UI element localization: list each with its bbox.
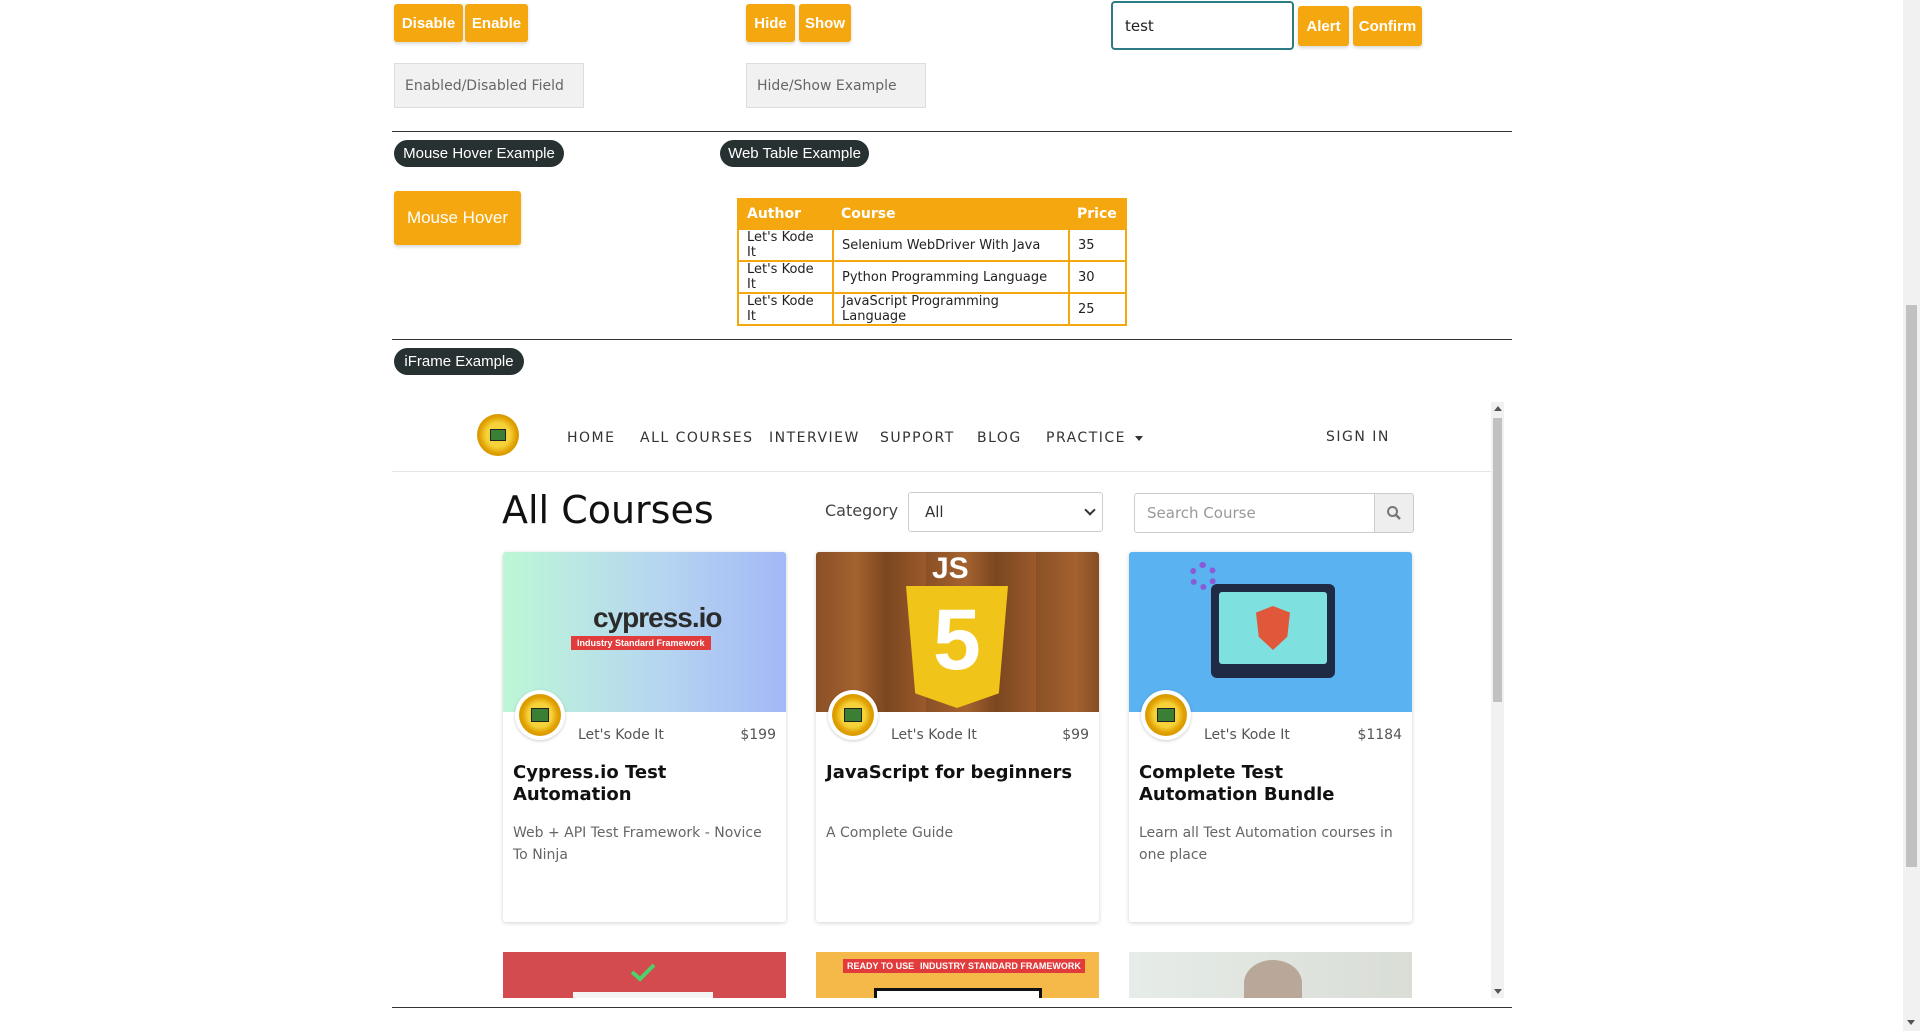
scroll-up-arrow-icon[interactable] xyxy=(1494,406,1502,411)
cell-price: 35 xyxy=(1068,228,1127,262)
course-price: $99 xyxy=(1062,727,1089,743)
checkmark-icon xyxy=(630,963,656,982)
show-button[interactable]: Show xyxy=(799,4,851,42)
caret-down-icon xyxy=(1134,435,1143,441)
course-title: JavaScript for beginners xyxy=(826,762,1073,783)
banner-label: READY TO USE xyxy=(843,959,919,973)
iframe-scrollbar[interactable] xyxy=(1491,402,1504,998)
author-avatar xyxy=(515,690,565,740)
cell-course: Python Programming Language xyxy=(832,260,1070,294)
course-card-partial[interactable] xyxy=(503,952,786,998)
name-input[interactable]: test xyxy=(1111,1,1294,50)
page-heading: All Courses xyxy=(502,488,714,532)
course-price: $1184 xyxy=(1357,727,1402,743)
nav-practice[interactable]: PRACTICE xyxy=(1046,430,1143,446)
table-row: Let's Kode It Python Programming Languag… xyxy=(737,260,1127,294)
chevron-down-icon xyxy=(1084,504,1096,516)
mouse-hover-title: Mouse Hover Example xyxy=(394,140,564,167)
cell-author: Let's Kode It xyxy=(737,260,834,294)
search-input[interactable]: Search Course xyxy=(1134,493,1375,533)
enabled-disabled-field[interactable]: Enabled/Disabled Field xyxy=(394,63,584,108)
cell-author: Let's Kode It xyxy=(737,292,834,326)
screen-illustration xyxy=(573,992,713,998)
course-author: Let's Kode It xyxy=(891,727,977,743)
banner-label: INDUSTRY STANDARD FRAMEWORK xyxy=(916,959,1085,973)
hide-button[interactable]: Hide xyxy=(746,4,795,42)
logo-icon xyxy=(490,429,506,441)
page-scrollbar-thumb[interactable] xyxy=(1906,305,1917,867)
web-table: Author Course Price Let's Kode It Seleni… xyxy=(737,198,1127,326)
nav-support[interactable]: SUPPORT xyxy=(880,430,955,446)
enable-button[interactable]: Enable xyxy=(465,4,528,42)
course-image xyxy=(1129,552,1412,712)
course-description: Web + API Test Framework - Novice To Nin… xyxy=(513,825,762,863)
cell-price: 30 xyxy=(1068,260,1127,294)
five-glyph: 5 xyxy=(933,592,981,688)
search-icon xyxy=(1387,506,1401,520)
cell-course: JavaScript Programming Language xyxy=(832,292,1070,326)
category-select-value: All xyxy=(925,503,944,521)
course-card-partial[interactable]: READY TO USE INDUSTRY STANDARD FRAMEWORK xyxy=(816,952,1099,998)
course-image: cypress.io Industry Standard Framework xyxy=(503,552,786,712)
author-avatar xyxy=(828,690,878,740)
divider xyxy=(392,1007,1512,1008)
author-avatar xyxy=(1141,690,1191,740)
person-illustration xyxy=(1244,960,1302,998)
course-card-partial[interactable] xyxy=(1129,952,1412,998)
category-select[interactable]: All xyxy=(908,492,1103,532)
header-price: Price xyxy=(1069,199,1126,229)
cell-course: Selenium WebDriver With Java xyxy=(832,228,1070,262)
divider xyxy=(392,339,1512,340)
nav-divider xyxy=(392,471,1492,472)
nav-home[interactable]: HOME xyxy=(567,430,615,446)
table-header-row: Author Course Price xyxy=(738,199,1126,229)
cell-price: 25 xyxy=(1068,292,1127,326)
nav-sign-in[interactable]: SIGN IN xyxy=(1326,429,1390,445)
course-image-title: JS xyxy=(932,552,969,585)
search-button[interactable] xyxy=(1374,493,1414,533)
divider xyxy=(392,131,1512,132)
web-table-title: Web Table Example xyxy=(720,140,869,167)
nav-interview[interactable]: INTERVIEW xyxy=(769,430,860,446)
nav-practice-label: PRACTICE xyxy=(1046,430,1127,446)
course-description: Learn all Test Automation courses in one… xyxy=(1139,825,1393,863)
course-card[interactable]: Let's Kode It $1184 Complete Test Automa… xyxy=(1129,552,1412,922)
course-image-title: cypress.io xyxy=(593,602,723,633)
disable-button[interactable]: Disable xyxy=(394,4,463,42)
screen-illustration xyxy=(874,988,1042,998)
course-title: Cypress.io Test Automation xyxy=(513,762,667,805)
cell-author: Let's Kode It xyxy=(737,228,834,262)
iframe-title: iFrame Example xyxy=(394,348,524,375)
course-title: Complete Test Automation Bundle xyxy=(1139,762,1335,805)
course-image-subtitle: Industry Standard Framework xyxy=(571,636,711,650)
iframe-scrollbar-thumb[interactable] xyxy=(1493,418,1502,702)
course-description: A Complete Guide xyxy=(826,825,954,841)
table-row: Let's Kode It JavaScript Programming Lan… xyxy=(737,292,1127,326)
course-author: Let's Kode It xyxy=(578,727,664,743)
scroll-down-arrow-icon[interactable] xyxy=(1907,1020,1915,1025)
nav-blog[interactable]: BLOG xyxy=(977,430,1022,446)
mouse-hover-button[interactable]: Mouse Hover xyxy=(394,191,521,245)
header-author: Author xyxy=(738,199,833,229)
table-row: Let's Kode It Selenium WebDriver With Ja… xyxy=(737,228,1127,262)
course-card[interactable]: cypress.io Industry Standard Framework L… xyxy=(503,552,786,922)
course-author: Let's Kode It xyxy=(1204,727,1290,743)
nav-all-courses[interactable]: ALL COURSES xyxy=(640,430,754,446)
hide-show-field[interactable]: Hide/Show Example xyxy=(746,63,926,108)
page-scrollbar[interactable] xyxy=(1903,0,1920,1031)
course-image: JS 5 xyxy=(816,552,1099,712)
gear-icon xyxy=(1189,562,1217,590)
category-label: Category xyxy=(825,501,899,520)
site-logo[interactable] xyxy=(477,414,519,456)
scroll-down-arrow-icon[interactable] xyxy=(1494,989,1502,994)
course-price: $199 xyxy=(740,727,776,743)
header-course: Course xyxy=(833,199,1069,229)
course-card[interactable]: JS 5 Let's Kode It $99 JavaScript for be… xyxy=(816,552,1099,922)
alert-button[interactable]: Alert xyxy=(1298,6,1349,46)
confirm-button[interactable]: Confirm xyxy=(1353,6,1422,46)
